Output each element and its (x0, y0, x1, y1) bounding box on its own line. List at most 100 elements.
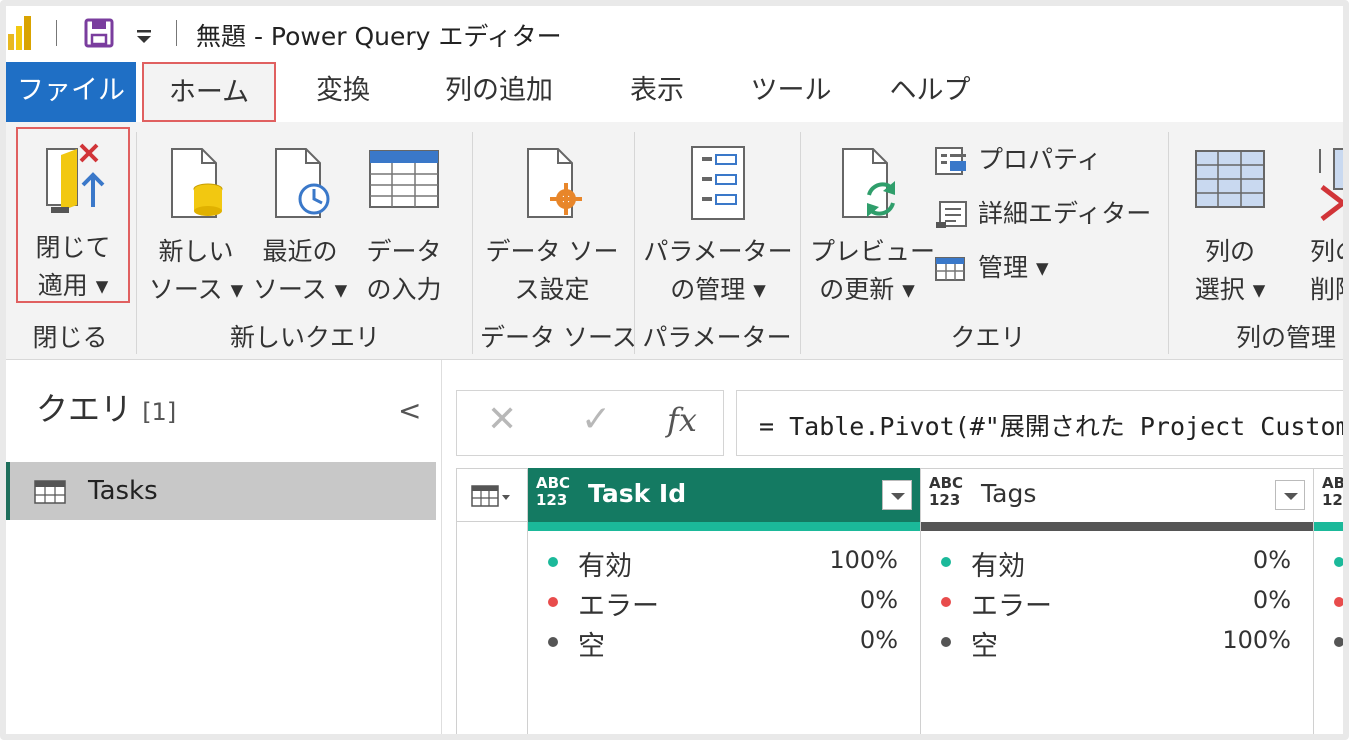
empty-dot-icon (941, 637, 951, 647)
valid-dot-icon (941, 557, 951, 567)
column-name: Tags (981, 479, 1037, 508)
stat-pct: 0% (1252, 586, 1291, 614)
data-grid: ABC 123 Task Id 有効 100% エラー 0% 空 0% ABC … (456, 468, 1343, 734)
choose-columns-button[interactable]: 列の 選択 ▾ (1178, 127, 1282, 304)
column-name: Task Id (588, 479, 687, 508)
empty-dot-icon (1334, 637, 1343, 647)
stat-name: 空 (578, 631, 605, 662)
table-menu-icon (471, 485, 510, 507)
stat-valid: 有効 100% (548, 542, 898, 582)
advanced-editor-button[interactable]: 詳細エディター (934, 196, 1164, 232)
advanced-editor-icon (936, 201, 967, 228)
tab-help[interactable]: ヘルプ (888, 62, 972, 122)
queries-pane: クエリ [1] < Tasks (6, 360, 442, 734)
manage-parameters-icon (691, 146, 745, 220)
error-dot-icon (941, 597, 951, 607)
group-label-query: クエリ (950, 323, 1026, 352)
recent-sources-icon (275, 148, 330, 218)
group-separator (634, 132, 635, 354)
stat-name: 有効 (578, 551, 632, 582)
properties-label: プロパティ (978, 145, 1102, 174)
stat-pct: 0% (1252, 546, 1291, 574)
quality-bar (1314, 522, 1343, 531)
tab-transform[interactable]: 変換 (302, 62, 384, 122)
title-separator (176, 20, 177, 46)
window-frame: 無題 - Power Query エディター ファイル ホーム 変換 列の追加 … (0, 0, 1349, 740)
manage-table-icon (935, 257, 965, 281)
stat-empty: 空 100% (941, 622, 1291, 662)
commit-formula-icon[interactable]: ✓ (581, 399, 611, 440)
column-partial: ABC 123 (1314, 468, 1343, 734)
group-separator (1168, 132, 1169, 354)
choose-columns-icon (1195, 150, 1265, 208)
collapse-pane-icon[interactable]: < (398, 394, 421, 427)
manage-parameters-label: パラメーター の管理 ▾ (643, 237, 793, 304)
data-source-settings-icon (527, 148, 582, 218)
choose-columns-label: 列の 選択 ▾ (1194, 237, 1266, 304)
manage-parameters-button[interactable]: パラメーター の管理 ▾ (640, 127, 796, 304)
error-dot-icon (1334, 597, 1343, 607)
close-apply-button[interactable]: 閉じて 適用 ▾ (16, 127, 130, 303)
tab-tools[interactable]: ツール (750, 62, 832, 122)
stat-name: エラー (971, 591, 1052, 622)
remove-columns-button[interactable]: 列の 削除 (1288, 127, 1343, 304)
properties-button[interactable]: プロパティ (934, 142, 1154, 178)
stat-pct: 100% (1222, 626, 1291, 654)
column-task-id: ABC 123 Task Id 有効 100% エラー 0% 空 0% (528, 468, 921, 734)
group-separator (472, 132, 473, 354)
group-separator (800, 132, 801, 354)
enter-data-label: データ の入力 (366, 237, 442, 304)
stat-pct: 0% (859, 586, 898, 614)
quick-access-dropdown-icon[interactable] (134, 24, 154, 46)
new-source-button[interactable]: 新しい ソース ▾ (148, 127, 244, 304)
tab-add-column[interactable]: 列の追加 (434, 62, 564, 122)
query-item-label: Tasks (88, 476, 158, 506)
ribbon-home: 閉じて 適用 ▾ 閉じる 新しい ソース ▾ 最近の ソース ▾ データ の入力… (6, 122, 1343, 360)
chevron-down-icon (1284, 493, 1298, 500)
close-apply-label: 閉じて 適用 ▾ (35, 233, 111, 300)
new-source-icon (171, 148, 223, 218)
column-header-tags[interactable]: ABC 123 Tags (921, 468, 1313, 522)
type-any-icon[interactable]: ABC 123 (929, 475, 963, 509)
refresh-preview-icon (842, 148, 895, 218)
data-source-settings-label: データ ソー ス設定 (485, 237, 619, 304)
query-item-tasks[interactable]: Tasks (6, 462, 436, 520)
stat-valid: 有効 0% (941, 542, 1291, 582)
fx-icon[interactable]: fx (667, 401, 697, 439)
type-any-icon[interactable]: ABC 123 (536, 475, 570, 509)
quality-bar (528, 522, 920, 531)
group-label-manage-columns: 列の管理 (1235, 323, 1336, 352)
title-separator (56, 20, 57, 46)
tab-file[interactable]: ファイル (6, 62, 136, 122)
column-filter-button[interactable] (882, 480, 912, 510)
cancel-formula-icon[interactable]: ✕ (487, 399, 517, 440)
enter-data-button[interactable]: データ の入力 (356, 127, 452, 304)
advanced-editor-label: 詳細エディター (978, 199, 1152, 228)
valid-dot-icon (1334, 557, 1343, 567)
queries-title: クエリ [1] (36, 384, 176, 430)
title-bar: 無題 - Power Query エディター (6, 6, 1343, 62)
remove-columns-label: 列の 削除 (1310, 237, 1343, 304)
refresh-preview-button[interactable]: プレビュー の更新 ▾ (810, 127, 935, 304)
recent-sources-button[interactable]: 最近の ソース ▾ (252, 127, 348, 304)
tab-home[interactable]: ホーム (142, 62, 276, 122)
stat-error: エラー 0% (548, 582, 898, 622)
tab-view[interactable]: 表示 (620, 62, 694, 122)
manage-button[interactable]: 管理 ▾ (934, 250, 1094, 286)
column-header-partial[interactable]: ABC 123 (1314, 468, 1343, 522)
table-menu-button[interactable] (457, 468, 528, 522)
column-header-task-id[interactable]: ABC 123 Task Id (528, 468, 920, 522)
data-source-settings-button[interactable]: データ ソー ス設定 (480, 127, 624, 304)
formula-input[interactable]: = Table.Pivot(#"展開された Project Custom Fie… (736, 390, 1343, 456)
column-filter-button[interactable] (1275, 480, 1305, 510)
column-tags: ABC 123 Tags 有効 0% エラー 0% 空 100% (921, 468, 1314, 734)
type-any-icon[interactable]: ABC 123 (1322, 475, 1343, 509)
save-icon[interactable] (84, 18, 114, 48)
ribbon-tabs: ファイル ホーム 変換 列の追加 表示 ツール ヘルプ (6, 62, 1343, 122)
stat-name: 空 (971, 631, 998, 662)
empty-dot-icon (548, 637, 558, 647)
stat-error: エラー 0% (941, 582, 1291, 622)
refresh-preview-label: プレビュー の更新 ▾ (810, 237, 936, 304)
enter-data-icon (369, 150, 439, 208)
error-dot-icon (548, 597, 558, 607)
